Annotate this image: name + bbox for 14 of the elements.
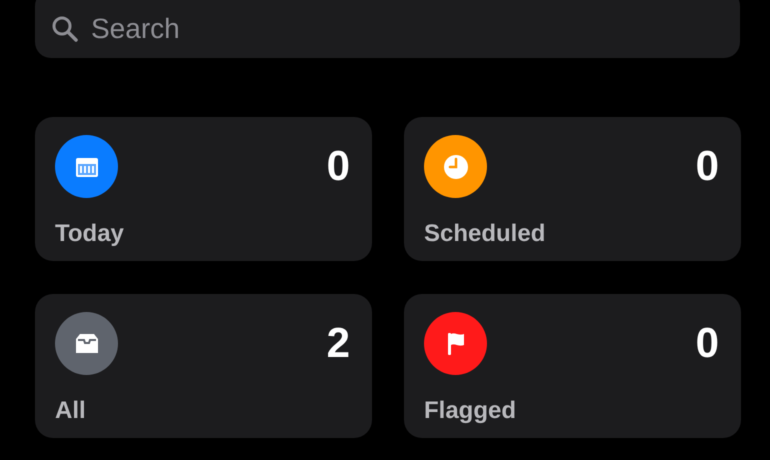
list-tile[interactable]: 0 Scheduled	[404, 117, 741, 261]
item-count: 0	[696, 322, 719, 364]
list-tile[interactable]: 0 Flagged	[404, 294, 741, 438]
item-count: 0	[326, 145, 350, 187]
list-label: All	[55, 398, 87, 424]
search-icon	[51, 15, 79, 43]
item-count: 2	[326, 322, 350, 364]
list-tile[interactable]: 2 All	[35, 294, 372, 438]
list-label: Flagged	[424, 398, 518, 424]
list-label: Scheduled	[424, 220, 546, 247]
item-count: 0	[696, 145, 719, 187]
search-field[interactable]: Search	[35, 0, 740, 58]
list-label: Today	[55, 220, 125, 247]
list-tile[interactable]: 0 Today	[35, 117, 372, 261]
